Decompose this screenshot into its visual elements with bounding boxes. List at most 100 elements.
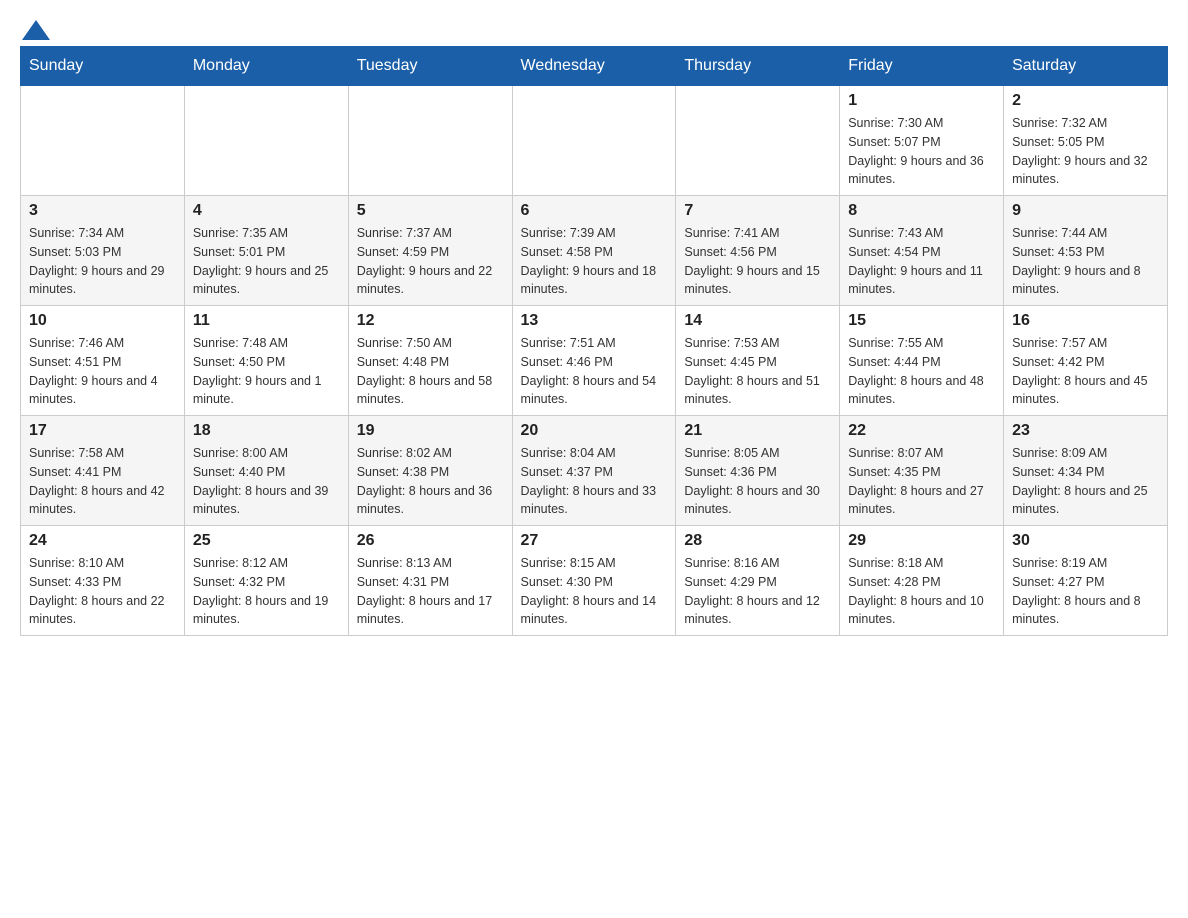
day-number: 15 <box>848 312 995 330</box>
day-number: 20 <box>521 422 668 440</box>
day-info: Sunrise: 8:05 AM Sunset: 4:36 PM Dayligh… <box>684 444 831 519</box>
day-info: Sunrise: 8:13 AM Sunset: 4:31 PM Dayligh… <box>357 554 504 629</box>
day-number: 22 <box>848 422 995 440</box>
calendar-cell: 30 Sunrise: 8:19 AM Sunset: 4:27 PM Dayli… <box>1004 526 1168 636</box>
weekday-header-friday: Friday <box>840 47 1004 86</box>
day-info: Sunrise: 7:32 AM Sunset: 5:05 PM Dayligh… <box>1012 114 1159 189</box>
calendar-cell: 4 Sunrise: 7:35 AM Sunset: 5:01 PM Daylig… <box>184 196 348 306</box>
day-info: Sunrise: 8:18 AM Sunset: 4:28 PM Dayligh… <box>848 554 995 629</box>
logo <box>20 20 50 36</box>
calendar-cell: 28Sunrise: 8:16 AM Sunset: 4:29 PM Dayli… <box>676 526 840 636</box>
day-info: Sunrise: 8:09 AM Sunset: 4:34 PM Dayligh… <box>1012 444 1159 519</box>
day-number: 24 <box>29 532 176 550</box>
day-info: Sunrise: 7:58 AM Sunset: 4:41 PM Dayligh… <box>29 444 176 519</box>
calendar-cell <box>676 86 840 196</box>
day-number: 12 <box>357 312 504 330</box>
calendar-cell: 24Sunrise: 8:10 AM Sunset: 4:33 PM Dayli… <box>21 526 185 636</box>
day-number: 18 <box>193 422 340 440</box>
day-info: Sunrise: 7:39 AM Sunset: 4:58 PM Dayligh… <box>521 224 668 299</box>
calendar-cell: 5 Sunrise: 7:37 AM Sunset: 4:59 PM Daylig… <box>348 196 512 306</box>
calendar-cell: 6 Sunrise: 7:39 AM Sunset: 4:58 PM Daylig… <box>512 196 676 306</box>
day-info: Sunrise: 8:00 AM Sunset: 4:40 PM Dayligh… <box>193 444 340 519</box>
day-info: Sunrise: 7:43 AM Sunset: 4:54 PM Dayligh… <box>848 224 995 299</box>
calendar-cell: 19 Sunrise: 8:02 AM Sunset: 4:38 PM Dayli… <box>348 416 512 526</box>
weekday-header-thursday: Thursday <box>676 47 840 86</box>
calendar-cell: 12Sunrise: 7:50 AM Sunset: 4:48 PM Dayli… <box>348 306 512 416</box>
day-number: 7 <box>684 202 831 220</box>
day-number: 30 <box>1012 532 1159 550</box>
day-info: Sunrise: 7:41 AM Sunset: 4:56 PM Dayligh… <box>684 224 831 299</box>
day-info: Sunrise: 7:57 AM Sunset: 4:42 PM Dayligh… <box>1012 334 1159 409</box>
day-info: Sunrise: 7:37 AM Sunset: 4:59 PM Dayligh… <box>357 224 504 299</box>
calendar-cell: 27Sunrise: 8:15 AM Sunset: 4:30 PM Dayli… <box>512 526 676 636</box>
calendar-header-row: SundayMondayTuesdayWednesdayThursdayFrid… <box>21 47 1168 86</box>
day-number: 4 <box>193 202 340 220</box>
day-number: 19 <box>357 422 504 440</box>
header <box>20 20 1168 36</box>
calendar-cell: 29 Sunrise: 8:18 AM Sunset: 4:28 PM Dayli… <box>840 526 1004 636</box>
weekday-header-monday: Monday <box>184 47 348 86</box>
day-number: 11 <box>193 312 340 330</box>
day-info: Sunrise: 7:34 AM Sunset: 5:03 PM Dayligh… <box>29 224 176 299</box>
calendar-cell: 17 Sunrise: 7:58 AM Sunset: 4:41 PM Dayli… <box>21 416 185 526</box>
day-info: Sunrise: 8:15 AM Sunset: 4:30 PM Dayligh… <box>521 554 668 629</box>
weekday-header-wednesday: Wednesday <box>512 47 676 86</box>
day-number: 10 <box>29 312 176 330</box>
day-info: Sunrise: 7:51 AM Sunset: 4:46 PM Dayligh… <box>521 334 668 409</box>
weekday-header-tuesday: Tuesday <box>348 47 512 86</box>
day-number: 9 <box>1012 202 1159 220</box>
calendar-cell: 25Sunrise: 8:12 AM Sunset: 4:32 PM Dayli… <box>184 526 348 636</box>
day-number: 13 <box>521 312 668 330</box>
calendar-cell <box>21 86 185 196</box>
calendar-cell: 20 Sunrise: 8:04 AM Sunset: 4:37 PM Dayli… <box>512 416 676 526</box>
day-info: Sunrise: 8:02 AM Sunset: 4:38 PM Dayligh… <box>357 444 504 519</box>
calendar-cell: 8 Sunrise: 7:43 AM Sunset: 4:54 PM Daylig… <box>840 196 1004 306</box>
day-number: 2 <box>1012 92 1159 110</box>
day-number: 26 <box>357 532 504 550</box>
day-number: 6 <box>521 202 668 220</box>
calendar-cell: 11 Sunrise: 7:48 AM Sunset: 4:50 PM Dayli… <box>184 306 348 416</box>
calendar-week-row: 1 Sunrise: 7:30 AM Sunset: 5:07 PM Daylig… <box>21 86 1168 196</box>
calendar-cell: 16 Sunrise: 7:57 AM Sunset: 4:42 PM Dayli… <box>1004 306 1168 416</box>
day-info: Sunrise: 8:04 AM Sunset: 4:37 PM Dayligh… <box>521 444 668 519</box>
calendar-cell: 2 Sunrise: 7:32 AM Sunset: 5:05 PM Daylig… <box>1004 86 1168 196</box>
calendar-week-row: 3 Sunrise: 7:34 AM Sunset: 5:03 PM Daylig… <box>21 196 1168 306</box>
day-number: 29 <box>848 532 995 550</box>
logo-triangle-icon <box>22 20 50 40</box>
day-number: 23 <box>1012 422 1159 440</box>
calendar-cell: 14Sunrise: 7:53 AM Sunset: 4:45 PM Dayli… <box>676 306 840 416</box>
calendar-cell <box>512 86 676 196</box>
calendar-cell: 18 Sunrise: 8:00 AM Sunset: 4:40 PM Dayli… <box>184 416 348 526</box>
calendar-cell: 22 Sunrise: 8:07 AM Sunset: 4:35 PM Dayli… <box>840 416 1004 526</box>
day-info: Sunrise: 7:53 AM Sunset: 4:45 PM Dayligh… <box>684 334 831 409</box>
weekday-header-sunday: Sunday <box>21 47 185 86</box>
day-number: 16 <box>1012 312 1159 330</box>
day-info: Sunrise: 7:35 AM Sunset: 5:01 PM Dayligh… <box>193 224 340 299</box>
calendar-cell <box>184 86 348 196</box>
calendar-cell: 1 Sunrise: 7:30 AM Sunset: 5:07 PM Daylig… <box>840 86 1004 196</box>
calendar-cell: 23 Sunrise: 8:09 AM Sunset: 4:34 PM Dayli… <box>1004 416 1168 526</box>
day-info: Sunrise: 8:19 AM Sunset: 4:27 PM Dayligh… <box>1012 554 1159 629</box>
day-number: 1 <box>848 92 995 110</box>
calendar-cell: 13 Sunrise: 7:51 AM Sunset: 4:46 PM Dayli… <box>512 306 676 416</box>
weekday-header-saturday: Saturday <box>1004 47 1168 86</box>
calendar-cell: 7 Sunrise: 7:41 AM Sunset: 4:56 PM Daylig… <box>676 196 840 306</box>
day-number: 5 <box>357 202 504 220</box>
day-info: Sunrise: 7:46 AM Sunset: 4:51 PM Dayligh… <box>29 334 176 409</box>
calendar-week-row: 17 Sunrise: 7:58 AM Sunset: 4:41 PM Dayli… <box>21 416 1168 526</box>
day-number: 21 <box>684 422 831 440</box>
day-info: Sunrise: 8:07 AM Sunset: 4:35 PM Dayligh… <box>848 444 995 519</box>
day-info: Sunrise: 7:48 AM Sunset: 4:50 PM Dayligh… <box>193 334 340 409</box>
day-info: Sunrise: 7:30 AM Sunset: 5:07 PM Dayligh… <box>848 114 995 189</box>
day-number: 17 <box>29 422 176 440</box>
calendar-cell <box>348 86 512 196</box>
day-number: 25 <box>193 532 340 550</box>
calendar-week-row: 10 Sunrise: 7:46 AM Sunset: 4:51 PM Dayli… <box>21 306 1168 416</box>
calendar-cell: 10 Sunrise: 7:46 AM Sunset: 4:51 PM Dayli… <box>21 306 185 416</box>
day-number: 3 <box>29 202 176 220</box>
day-number: 28 <box>684 532 831 550</box>
calendar-cell: 26 Sunrise: 8:13 AM Sunset: 4:31 PM Dayli… <box>348 526 512 636</box>
calendar-cell: 9Sunrise: 7:44 AM Sunset: 4:53 PM Daylig… <box>1004 196 1168 306</box>
day-number: 8 <box>848 202 995 220</box>
calendar-week-row: 24Sunrise: 8:10 AM Sunset: 4:33 PM Dayli… <box>21 526 1168 636</box>
